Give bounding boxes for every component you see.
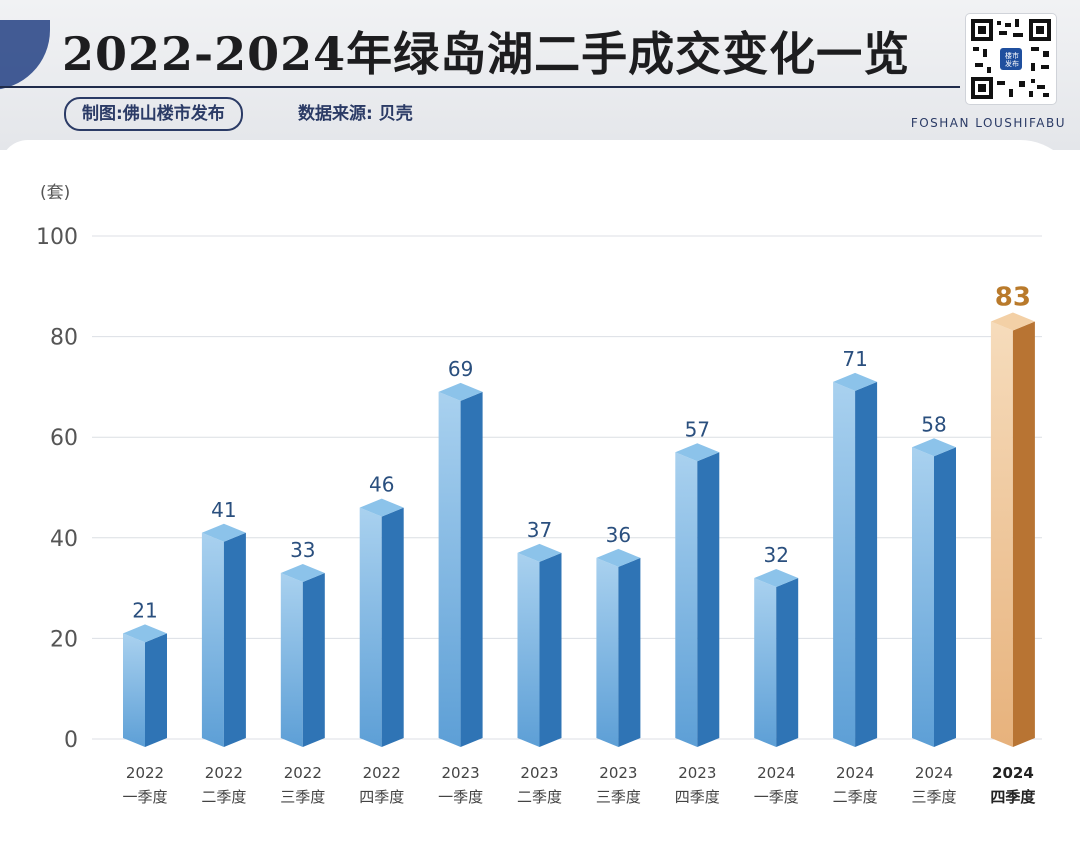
data-label: 37 [527, 518, 552, 542]
x-tick-label-quarter: 一季度 [438, 788, 483, 806]
x-tick-label-year: 2024 [992, 764, 1034, 782]
data-label: 36 [606, 523, 631, 547]
bar [754, 569, 799, 747]
bar-front-face [990, 321, 1013, 747]
data-label: 21 [132, 598, 157, 622]
bar-side-face [223, 532, 246, 747]
bar-front-face [280, 573, 303, 747]
x-tick-label-year: 2023 [599, 764, 637, 782]
bar-front-face [201, 532, 224, 747]
bar-side-face [934, 447, 956, 747]
bar-side-face [302, 573, 325, 747]
x-tick-label-quarter: 一季度 [754, 788, 799, 806]
data-label: 71 [842, 347, 867, 371]
bar [912, 438, 956, 747]
y-tick-label: 20 [50, 627, 78, 652]
data-label: 58 [921, 412, 946, 436]
bar-side-face [776, 578, 799, 747]
bar-side-face [381, 507, 404, 747]
x-tick-label-quarter: 三季度 [911, 788, 956, 806]
bar-front-face [833, 381, 856, 747]
y-tick-label: 60 [50, 426, 78, 451]
bar-front-face [123, 633, 145, 747]
x-tick-label-year: 2022 [126, 764, 164, 782]
data-label: 32 [763, 543, 788, 567]
bar-side-face [1012, 321, 1035, 747]
bar-side-face [855, 381, 878, 747]
x-tick-label-year: 2022 [363, 764, 401, 782]
x-tick-label-quarter: 四季度 [675, 788, 720, 806]
y-tick-label: 0 [64, 728, 78, 753]
data-label: 33 [290, 538, 315, 562]
bar-side-face [697, 452, 720, 747]
bar-front-face [438, 391, 461, 747]
bar [280, 564, 325, 747]
bar-front-face [754, 578, 777, 747]
x-tick-label-quarter: 二季度 [201, 788, 246, 806]
x-tick-label-year: 2023 [442, 764, 480, 782]
bar-front-face [517, 552, 540, 747]
bar [359, 498, 404, 747]
bar-front-face [359, 507, 382, 747]
x-tick-label-quarter: 一季度 [122, 788, 167, 806]
x-tick-label-quarter: 二季度 [517, 788, 562, 806]
bar-side-face [539, 552, 562, 747]
x-tick-label-quarter: 三季度 [596, 788, 641, 806]
x-tick-label-quarter: 二季度 [833, 788, 878, 806]
data-label: 69 [448, 357, 473, 381]
data-label: 57 [685, 417, 710, 441]
bar [833, 372, 878, 747]
bar-side-face [145, 633, 167, 747]
x-tick-label-year: 2024 [915, 764, 953, 782]
x-tick-label-quarter: 四季度 [359, 788, 404, 806]
x-tick-label-quarter: 四季度 [990, 788, 1036, 806]
x-tick-label-year: 2022 [205, 764, 243, 782]
x-tick-label-year: 2023 [678, 764, 716, 782]
y-tick-label: 40 [50, 527, 78, 552]
bar [990, 312, 1035, 747]
bar [596, 548, 641, 747]
y-tick-label: 100 [36, 225, 78, 250]
bar [438, 382, 483, 747]
y-tick-label: 80 [50, 326, 78, 351]
data-label: 46 [369, 473, 394, 497]
bar [123, 624, 167, 747]
bar-front-face [596, 557, 619, 747]
bar-front-face [675, 452, 698, 747]
data-label: 83 [995, 283, 1031, 313]
x-tick-label-year: 2024 [757, 764, 795, 782]
bar [675, 443, 720, 747]
bar-side-face [460, 391, 483, 747]
bar-side-face [618, 557, 641, 747]
x-tick-label-year: 2024 [836, 764, 874, 782]
bar [517, 543, 562, 747]
x-tick-label-year: 2022 [284, 764, 322, 782]
x-tick-label-quarter: 三季度 [280, 788, 325, 806]
bar-front-face [912, 447, 934, 747]
data-label: 41 [211, 498, 236, 522]
x-tick-label-year: 2023 [520, 764, 558, 782]
bar [201, 523, 246, 747]
bar-chart: 0 20 40 60 80 100 21 2022 一季度 41 2022 二季度 33 2022 三季度 4… [36, 225, 1042, 806]
